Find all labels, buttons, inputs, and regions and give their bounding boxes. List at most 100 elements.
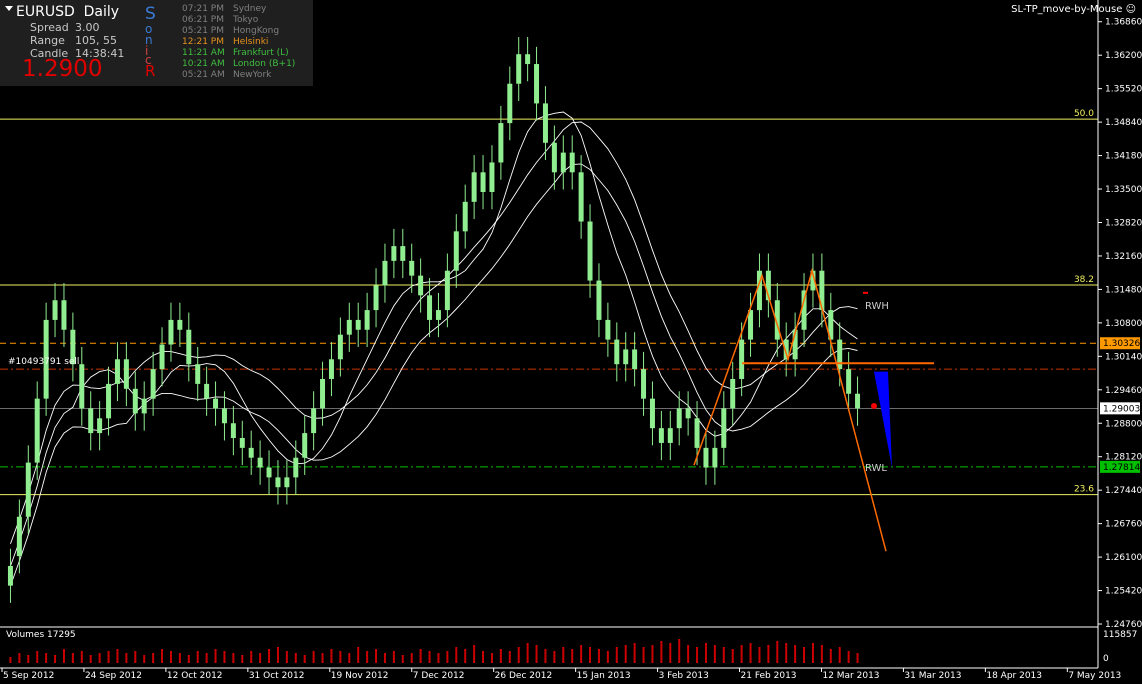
candle-body: [204, 383, 210, 399]
price-tick-label: 1.27440: [1105, 486, 1142, 496]
symbol-label: EURUSD: [16, 4, 75, 20]
candle-body: [676, 408, 682, 429]
candle-body: [391, 246, 397, 261]
candle-body: [489, 162, 495, 192]
candle-body: [221, 408, 227, 424]
price-tick-label: 1.34180: [1105, 152, 1142, 162]
candle-body: [311, 408, 317, 434]
current-price: 1.2900: [22, 56, 103, 82]
time-tick-label: 19 Nov 2012: [331, 671, 389, 680]
time-tick-label: 3 Feb 2013: [659, 671, 709, 680]
candle-body: [480, 172, 486, 192]
candle-body: [114, 359, 120, 384]
candle-body: [409, 260, 415, 276]
candle-body: [355, 319, 361, 330]
candle-body: [435, 310, 441, 320]
time-tick-label: 12 Mar 2013: [822, 671, 879, 680]
candle-body: [123, 359, 129, 389]
candle-body: [623, 349, 629, 365]
price-tick-label: 1.29460: [1105, 386, 1142, 396]
caret-down-icon[interactable]: [5, 6, 13, 11]
candle-body: [52, 300, 58, 320]
price-tag-label: 1.29003: [1103, 404, 1140, 414]
time-tick-label: 5 Sep 2012: [3, 671, 54, 680]
candle-body: [534, 64, 540, 104]
candle-body: [382, 260, 388, 286]
candle-body: [88, 408, 94, 434]
volume-max-label: 115857: [1103, 630, 1137, 640]
candle-body: [453, 231, 459, 271]
candle-body: [7, 565, 13, 586]
session-city: NewYork: [233, 70, 272, 80]
smiley-icon: ☺: [1125, 4, 1136, 15]
session-time: 11:21 AM: [182, 48, 225, 58]
price-tick-label: 1.36200: [1105, 51, 1142, 61]
candle-body: [328, 359, 334, 379]
candle-body: [712, 447, 718, 468]
price-tick-label: 1.24760: [1105, 620, 1142, 630]
candle-body: [694, 418, 700, 448]
candle-body: [721, 408, 727, 448]
session-city: Frankfurt (L): [233, 48, 289, 58]
spread-label: Spread: [30, 21, 69, 34]
sonic-letter-s: S: [145, 4, 156, 24]
fib-label: 23.6: [1074, 485, 1094, 495]
entry-dot: [871, 403, 877, 410]
candle-body: [578, 172, 584, 222]
price-tick-label: 1.26760: [1105, 520, 1142, 530]
candle-body: [507, 83, 513, 124]
candle-body: [471, 172, 477, 202]
candle-body: [16, 516, 22, 557]
candle-body: [837, 339, 843, 370]
candle-body: [373, 285, 379, 311]
price-chart[interactable]: 50.0 38.2 23.6 RWH RWL #10493791 sell Volume…: [0, 0, 1142, 681]
indicator-title-text: SL-TP_move-by-Mouse: [1011, 4, 1123, 15]
candle-body: [525, 54, 531, 65]
candle-body: [551, 142, 557, 173]
candle-body: [97, 418, 103, 434]
fib-label: 38.2: [1074, 275, 1094, 285]
candle-body: [186, 329, 192, 365]
candle-body: [605, 319, 611, 340]
price-tick-label: 1.30140: [1105, 352, 1142, 362]
candle-body: [150, 369, 156, 399]
price-tick-label: 1.26100: [1105, 553, 1142, 563]
candle-body: [337, 334, 343, 360]
candle-body: [542, 103, 548, 143]
price-tick-label: 1.31480: [1105, 285, 1142, 295]
price-tag-label: 1.27814: [1103, 463, 1140, 473]
candle-body: [560, 152, 566, 173]
price-tick-label: 1.25420: [1105, 587, 1142, 597]
candle-body: [248, 447, 254, 458]
session-city: Sydney: [233, 4, 267, 14]
candle-body: [587, 221, 593, 281]
candle-body: [632, 349, 638, 370]
candle-body: [641, 369, 647, 399]
candle-body: [320, 378, 326, 409]
candle-body: [685, 408, 691, 419]
candle-body: [302, 433, 308, 458]
session-time: 12:21 PM: [182, 37, 224, 47]
rwh-label: RWH: [865, 301, 889, 312]
candle-body: [846, 369, 852, 394]
candle-body: [703, 447, 709, 468]
price-tick-label: 1.35520: [1105, 85, 1142, 95]
candle-body: [444, 270, 450, 311]
candle-body: [177, 319, 183, 330]
candle-body: [284, 477, 290, 488]
timeframe-label: Daily: [83, 4, 120, 20]
candle-body: [667, 428, 673, 443]
candle-body: [25, 462, 31, 517]
symbol-timeframe: EURUSD Daily: [16, 4, 119, 20]
candle-body: [739, 339, 745, 379]
price-tick-label: 1.32820: [1105, 218, 1142, 228]
time-tick-label: 31 Mar 2013: [904, 671, 961, 680]
candle-body: [230, 423, 236, 439]
sonic-letter-r: R: [145, 62, 156, 80]
session-city: HongKong: [233, 26, 280, 36]
order-label: #10493791 sell: [8, 357, 79, 367]
candle-body: [596, 280, 602, 320]
chart-window[interactable]: 50.0 38.2 23.6 RWH RWL #10493791 sell Volume…: [0, 0, 1142, 681]
candle-body: [79, 364, 85, 409]
candle-body: [658, 428, 664, 443]
